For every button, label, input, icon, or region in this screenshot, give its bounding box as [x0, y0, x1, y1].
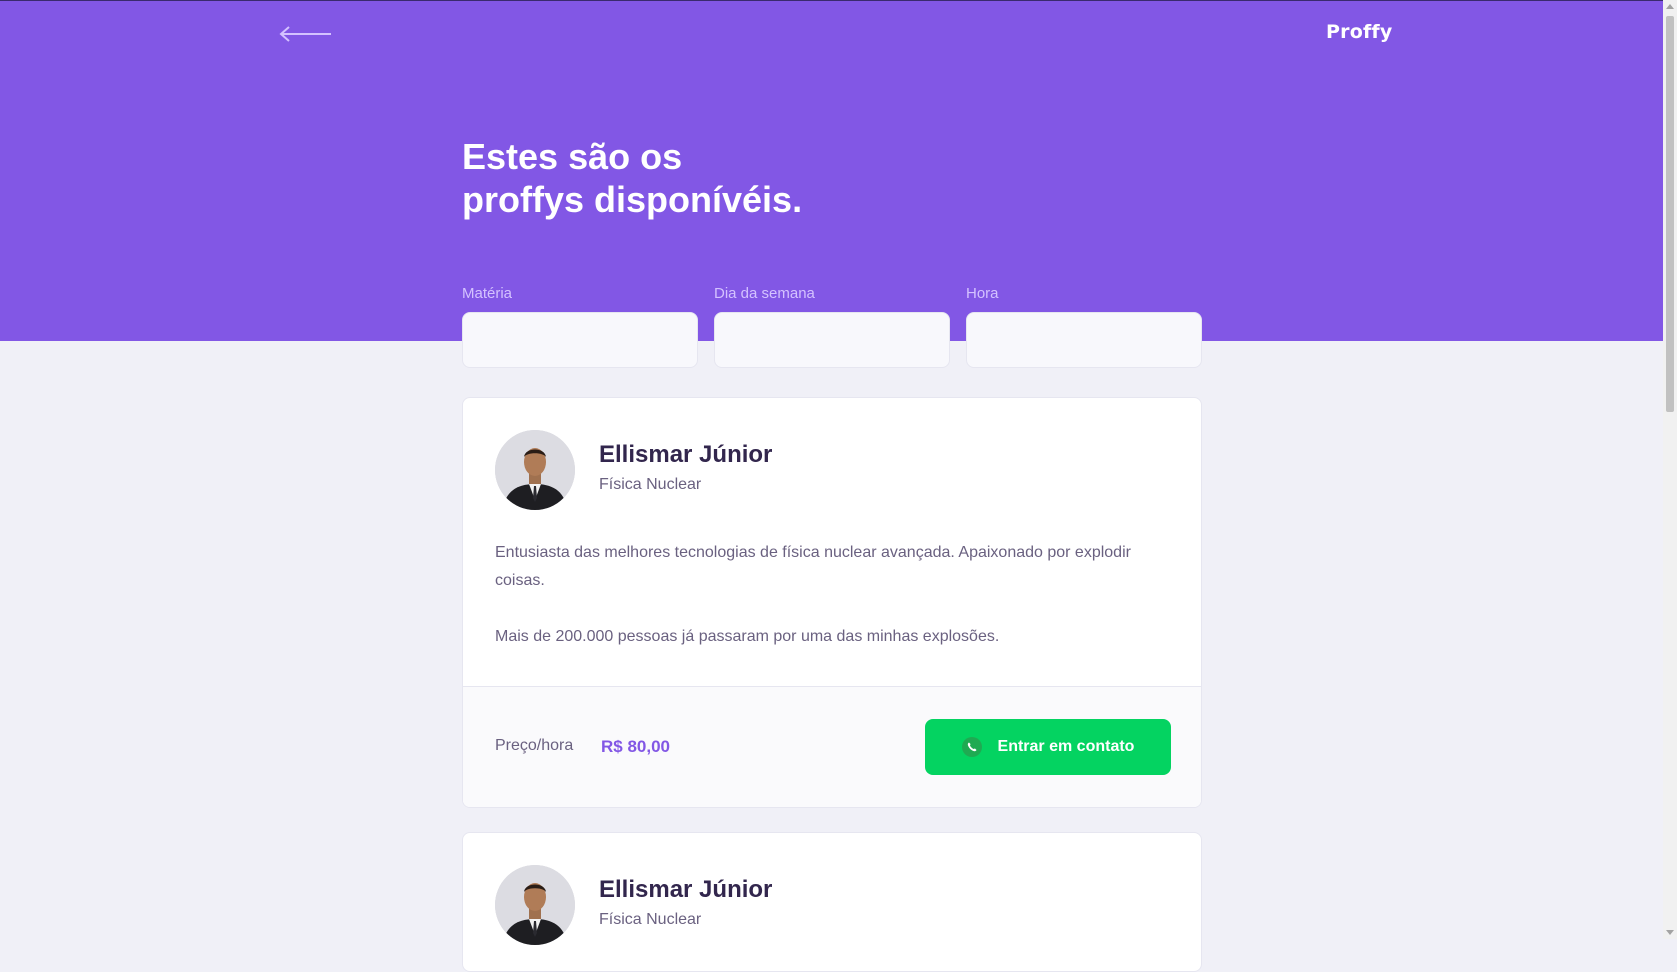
- time-label: Hora: [966, 285, 999, 302]
- teacher-card: Ellismar Júnior Física Nuclear Entusiast…: [462, 397, 1202, 808]
- scrollbar[interactable]: [1663, 0, 1677, 939]
- teacher-name: Ellismar Júnior: [599, 441, 773, 468]
- scroll-up-icon[interactable]: [1666, 4, 1674, 9]
- whatsapp-icon: [961, 737, 982, 757]
- teacher-subject: Física Nuclear: [599, 911, 702, 928]
- time-input[interactable]: [966, 312, 1202, 368]
- teacher-name: Ellismar Júnior: [599, 876, 773, 903]
- teacher-bio-paragraph: Entusiasta das melhores tecnologias de f…: [495, 544, 1131, 589]
- subject-input[interactable]: [462, 312, 698, 368]
- page-title-line1: Estes são os: [462, 136, 683, 177]
- avatar: [495, 865, 575, 945]
- teacher-bio: Entusiasta das melhores tecnologias de f…: [495, 539, 1171, 679]
- teacher-subject: Física Nuclear: [599, 476, 702, 493]
- price-value: R$ 80,00: [601, 737, 670, 756]
- avatar: [495, 430, 575, 510]
- arrow-left-icon[interactable]: [279, 23, 333, 45]
- scrollbar-thumb[interactable]: [1666, 16, 1674, 412]
- scroll-down-icon[interactable]: [1666, 930, 1674, 935]
- contact-button-label: Entrar em contato: [997, 738, 1135, 755]
- logo: Proffy: [1326, 21, 1393, 43]
- weekday-label: Dia da semana: [714, 285, 815, 302]
- weekday-input[interactable]: [714, 312, 950, 368]
- page-title: Estes são os proffys disponívéis.: [462, 135, 962, 221]
- page-header: Proffy Estes são os proffys disponívéis.…: [0, 0, 1663, 341]
- teacher-bio-paragraph: Mais de 200.000 pessoas já passaram por …: [495, 628, 1000, 645]
- price-label: Preço/hora: [495, 737, 574, 754]
- card-footer: Preço/hora R$ 80,00 Entrar em contato: [463, 686, 1201, 807]
- teacher-card: Ellismar Júnior Física Nuclear: [462, 832, 1202, 972]
- subject-label: Matéria: [462, 285, 513, 302]
- contact-button[interactable]: Entrar em contato: [925, 719, 1171, 775]
- page-title-line2: proffys disponívéis.: [462, 179, 803, 220]
